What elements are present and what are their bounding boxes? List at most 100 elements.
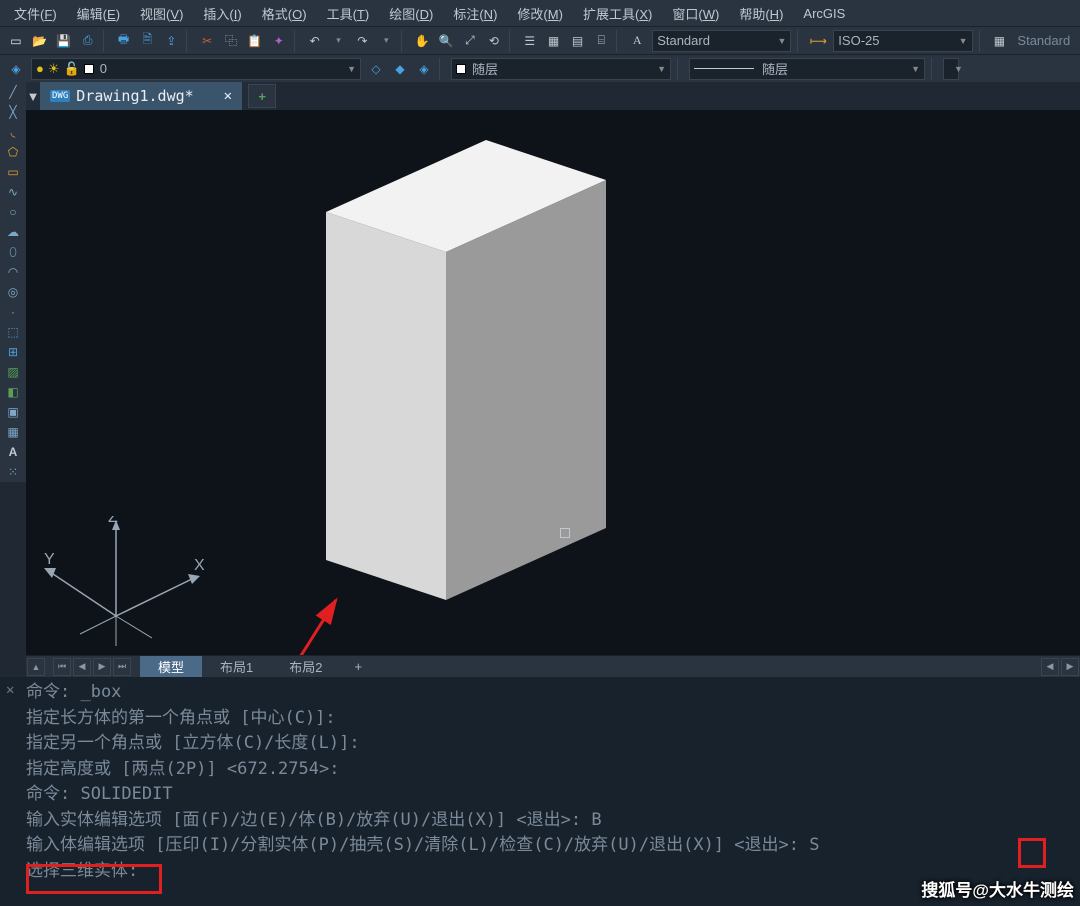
tab-prev-icon[interactable]: ◀ xyxy=(73,658,91,676)
spline-icon[interactable]: ∿ xyxy=(0,182,26,202)
revcloud-icon[interactable]: ☁ xyxy=(0,222,26,242)
grid-dots-icon[interactable]: ⁙ xyxy=(0,462,26,482)
matchprop-icon[interactable]: ✦ xyxy=(268,30,290,52)
cmd-line: 指定另一个角点或 [立方体(C)/长度(L)]: xyxy=(26,731,1076,757)
point-icon[interactable]: · xyxy=(0,302,26,322)
tool-palettes-icon[interactable]: ▤ xyxy=(567,30,589,52)
expand-up-icon[interactable]: ▲ xyxy=(27,658,45,676)
saveas-icon[interactable]: ⎙ xyxy=(77,30,99,52)
open-icon[interactable]: 📂 xyxy=(29,30,51,52)
menu-modify[interactable]: 修改(M) xyxy=(507,0,573,27)
ellipse-icon[interactable]: ⬯ xyxy=(0,242,26,262)
layer-color-swatch xyxy=(84,64,94,74)
design-center-icon[interactable]: ▦ xyxy=(543,30,565,52)
zoom-window-icon[interactable]: ⤢ xyxy=(459,30,481,52)
layout-tabstrip: ▲ ⏮ ◀ ▶ ⏭ 模型 布局1 布局2 + ◀ ▶ xyxy=(26,655,1080,677)
layer-prev-icon[interactable]: ◆ xyxy=(389,58,411,80)
file-type-icon: DWG xyxy=(50,90,70,102)
region-icon[interactable]: ▣ xyxy=(0,402,26,422)
menu-edit[interactable]: 编辑(E) xyxy=(67,0,130,27)
undo-drop-icon[interactable]: ▾ xyxy=(328,30,350,52)
new-tab-button[interactable]: + xyxy=(248,84,276,108)
block-icon[interactable]: ⬚ xyxy=(0,322,26,342)
line-icon[interactable]: ╱ xyxy=(0,82,26,102)
zoom-prev-icon[interactable]: ⟲ xyxy=(483,30,505,52)
polygon-icon[interactable]: ⬠ xyxy=(0,142,26,162)
cmd-line: 输入实体编辑选项 [面(F)/边(E)/体(B)/放弃(U)/退出(X)] <退… xyxy=(26,808,1076,834)
tab-model[interactable]: 模型 xyxy=(140,656,202,678)
svg-text:Z: Z xyxy=(108,516,118,526)
table-style-icon[interactable]: ▦ xyxy=(989,30,1011,52)
copy-icon[interactable]: ⿻ xyxy=(220,30,242,52)
menu-express[interactable]: 扩展工具(X) xyxy=(573,0,662,27)
menu-file[interactable]: 文件(F) xyxy=(4,0,67,27)
layer-name: 0 xyxy=(100,61,107,76)
layer-match-icon[interactable]: ◈ xyxy=(413,58,435,80)
layer-freeze-icon: ☀ xyxy=(48,61,60,77)
mtext-icon[interactable]: A xyxy=(0,442,26,462)
menu-tools[interactable]: 工具(T) xyxy=(317,0,380,27)
xline-icon[interactable]: ╳ xyxy=(0,102,26,122)
tab-collapse-icon[interactable]: ▼ xyxy=(26,89,40,104)
lineweight-dropdown[interactable]: ▼ xyxy=(943,58,959,80)
layer-manager-icon[interactable]: ◈ xyxy=(5,58,27,80)
zoom-realtime-icon[interactable]: 🔍 xyxy=(435,30,457,52)
table-icon[interactable]: ▦ xyxy=(0,422,26,442)
color-dropdown[interactable]: 随层 ▼ xyxy=(451,58,671,80)
dim-style-value: ISO-25 xyxy=(838,33,879,48)
plot-preview-icon[interactable]: 🗎 xyxy=(136,30,158,52)
tab-next-icon[interactable]: ▶ xyxy=(93,658,111,676)
insert-icon[interactable]: ⊞ xyxy=(0,342,26,362)
donut-icon[interactable]: ◎ xyxy=(0,282,26,302)
add-layout-button[interactable]: + xyxy=(340,659,376,674)
file-tab-drawing1[interactable]: DWG Drawing1.dwg* ✕ xyxy=(40,82,242,110)
pan-icon[interactable]: ✋ xyxy=(411,30,433,52)
cut-icon[interactable]: ✂ xyxy=(196,30,218,52)
text-style-icon[interactable]: A xyxy=(626,30,648,52)
publish-icon[interactable]: ⇪ xyxy=(160,30,182,52)
rectangle-icon[interactable]: ▭ xyxy=(0,162,26,182)
cmd-prompt: 选择三维实体: xyxy=(26,859,1076,885)
tab-layout1[interactable]: 布局1 xyxy=(202,656,271,678)
ellipse-arc-icon[interactable]: ◠ xyxy=(0,262,26,282)
tab-layout2[interactable]: 布局2 xyxy=(271,656,340,678)
redo-drop-icon[interactable]: ▾ xyxy=(375,30,397,52)
menu-draw[interactable]: 绘图(D) xyxy=(379,0,443,27)
menu-insert[interactable]: 插入(I) xyxy=(193,0,251,27)
new-icon[interactable]: ▭ xyxy=(5,30,27,52)
menu-format[interactable]: 格式(O) xyxy=(252,0,317,27)
save-icon[interactable]: 💾 xyxy=(53,30,75,52)
text-style-value: Standard xyxy=(657,33,710,48)
menu-arcgis[interactable]: ArcGIS xyxy=(793,2,855,25)
linetype-dropdown[interactable]: 随层 ▼ xyxy=(689,58,925,80)
menu-help[interactable]: 帮助(H) xyxy=(729,0,793,27)
annotation-box xyxy=(1018,838,1046,868)
gradient-icon[interactable]: ◧ xyxy=(0,382,26,402)
circle-icon[interactable]: ○ xyxy=(0,202,26,222)
undo-icon[interactable]: ↶ xyxy=(304,30,326,52)
layer-iso-icon[interactable]: ◇ xyxy=(365,58,387,80)
calc-icon[interactable]: ⌸ xyxy=(590,30,612,52)
linetype-value: 随层 xyxy=(762,59,788,78)
hatch-icon[interactable]: ▨ xyxy=(0,362,26,382)
menu-view[interactable]: 视图(V) xyxy=(130,0,193,27)
redo-icon[interactable]: ↷ xyxy=(351,30,373,52)
dim-style-dropdown[interactable]: ISO-25▼ xyxy=(833,30,972,52)
tab-scroll-left-icon[interactable]: ◀ xyxy=(1041,658,1059,676)
close-icon[interactable]: ✕ xyxy=(224,88,232,104)
text-style-dropdown[interactable]: Standard▼ xyxy=(652,30,791,52)
command-window[interactable]: ✕ 命令: _box 指定长方体的第一个角点或 [中心(C)]: 指定另一个角点… xyxy=(0,677,1080,906)
tab-first-icon[interactable]: ⏮ xyxy=(53,658,71,676)
print-icon[interactable]: 🖶 xyxy=(113,30,135,52)
tab-scroll-right-icon[interactable]: ▶ xyxy=(1061,658,1079,676)
dim-style-icon[interactable]: ⟼ xyxy=(807,30,829,52)
layer-dropdown[interactable]: ● ☀ 🔓 0 ▼ xyxy=(31,58,361,80)
arc-icon[interactable]: ◟ xyxy=(0,122,26,142)
tab-last-icon[interactable]: ⏭ xyxy=(113,658,131,676)
menu-window[interactable]: 窗口(W) xyxy=(662,0,729,27)
menu-dimension[interactable]: 标注(N) xyxy=(443,0,507,27)
cmd-close-icon[interactable]: ✕ xyxy=(6,680,14,701)
paste-icon[interactable]: 📋 xyxy=(244,30,266,52)
bylayer-color-swatch xyxy=(456,64,466,74)
properties-icon[interactable]: ☰ xyxy=(519,30,541,52)
